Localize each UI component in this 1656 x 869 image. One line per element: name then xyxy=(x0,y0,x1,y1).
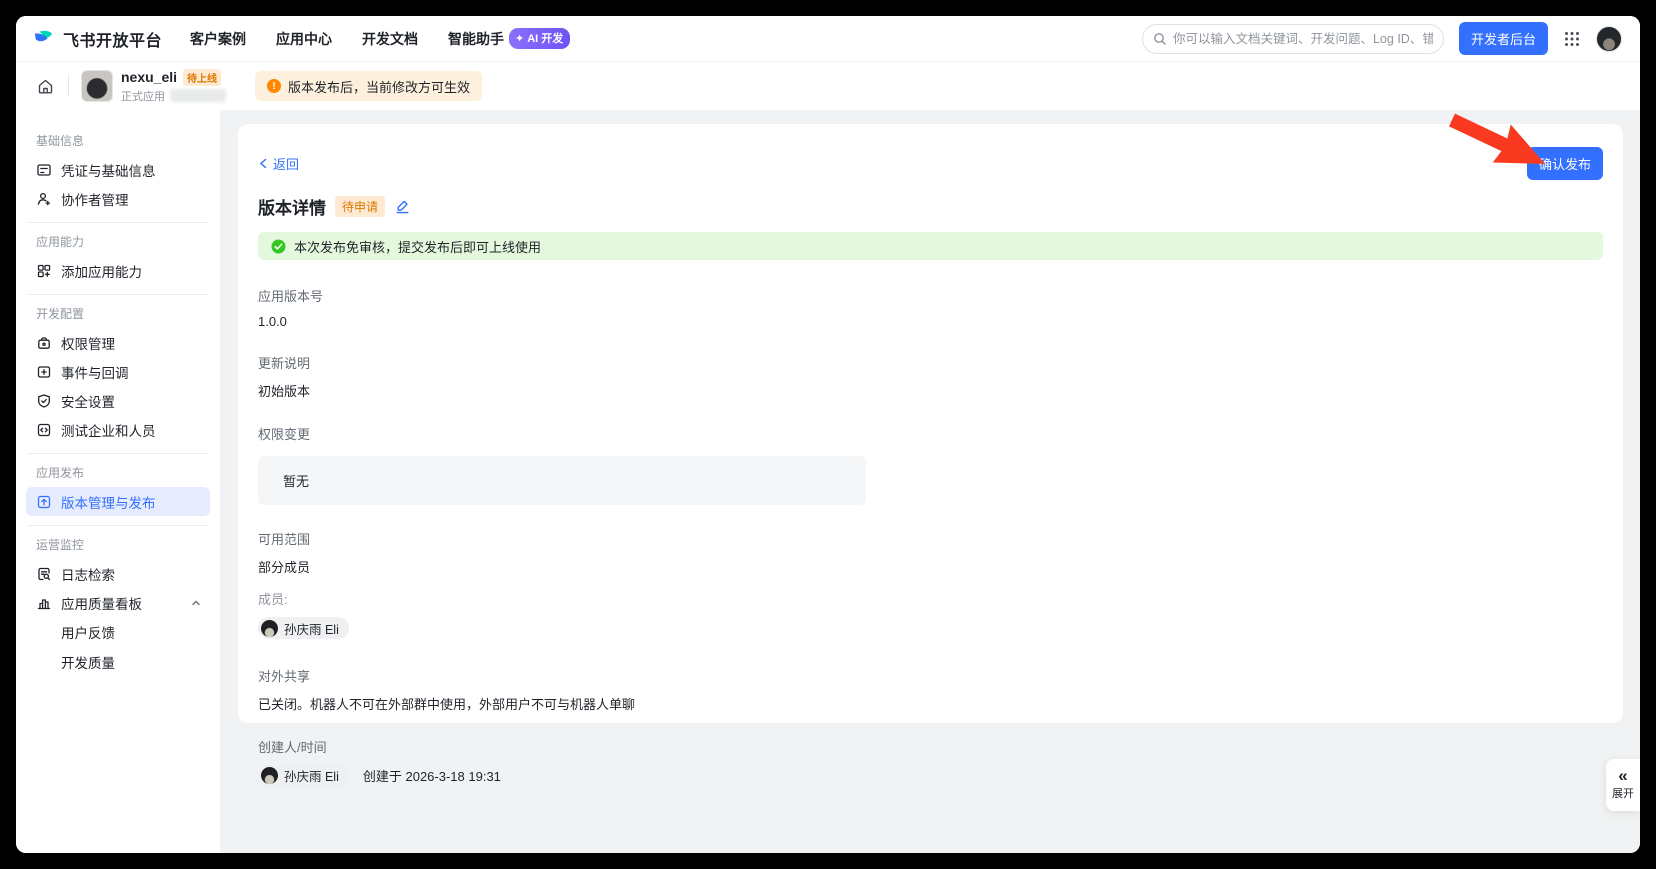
creator-avatar xyxy=(261,767,278,784)
sidebar-item-add-capability[interactable]: 添加应用能力 xyxy=(26,256,210,285)
app-avatar xyxy=(81,70,113,102)
nav-right: 开发者后台 xyxy=(1142,22,1622,55)
app-window: 飞书开放平台 客户案例 应用中心 开发文档 智能助手 ✦ AI 开发 开发者后台 xyxy=(16,16,1640,853)
divider xyxy=(28,525,208,526)
app-grid-icon[interactable] xyxy=(1563,30,1581,48)
feishu-logo-icon xyxy=(32,27,55,50)
back-link[interactable]: 返回 xyxy=(258,154,299,173)
brand-name: 飞书开放平台 xyxy=(63,27,162,51)
sidebar-section-monitoring: 运营监控 xyxy=(36,536,210,553)
user-avatar[interactable] xyxy=(1596,26,1622,52)
creator-chip: 孙庆雨 Eli xyxy=(258,765,349,787)
sidebar-item-collaborators[interactable]: 协作者管理 xyxy=(26,184,210,213)
edit-pencil-icon[interactable] xyxy=(394,198,411,215)
version-detail-card: 返回 确认发布 版本详情 待申请 xyxy=(238,124,1623,723)
members-label: 成员: xyxy=(258,589,1603,608)
sidebar-subitem-user-feedback[interactable]: 用户反馈 xyxy=(26,617,210,647)
credential-icon xyxy=(36,162,52,178)
pending-apply-badge: 待申请 xyxy=(335,196,385,217)
developer-console-button[interactable]: 开发者后台 xyxy=(1459,22,1548,55)
divider xyxy=(28,453,208,454)
sidebar-subitem-dev-quality[interactable]: 开发质量 xyxy=(26,647,210,677)
sidebar: 基础信息 凭证与基础信息 协作者管理 应用能力 xyxy=(16,110,220,853)
sidebar-item-events[interactable]: 事件与回调 xyxy=(26,357,210,386)
app-status-badge: 待上线 xyxy=(183,69,221,86)
expand-panel-button[interactable]: « 展开 xyxy=(1606,759,1640,811)
sidebar-section-capability: 应用能力 xyxy=(36,233,210,250)
chevron-left-icon xyxy=(258,158,269,169)
nav-item-app-center[interactable]: 应用中心 xyxy=(276,29,332,49)
home-button[interactable] xyxy=(30,71,60,101)
sidebar-section-basic: 基础信息 xyxy=(36,132,210,149)
member-avatar xyxy=(261,620,278,637)
top-navigation: 飞书开放平台 客户案例 应用中心 开发文档 智能助手 ✦ AI 开发 开发者后台 xyxy=(16,16,1640,62)
created-time: 创建于 2026-3-18 19:31 xyxy=(363,766,501,785)
event-callback-icon xyxy=(36,364,52,380)
permission-empty-box: 暂无 xyxy=(258,456,866,505)
success-check-icon xyxy=(271,239,286,254)
main-area: 返回 确认发布 版本详情 待申请 xyxy=(220,110,1640,853)
nav-item-assistant[interactable]: 智能助手 ✦ AI 开发 xyxy=(448,28,570,49)
divider xyxy=(68,75,69,97)
warning-text: 版本发布后，当前修改方可生效 xyxy=(288,77,470,96)
permission-icon xyxy=(36,335,52,351)
sidebar-item-test-org[interactable]: 测试企业和人员 xyxy=(26,415,210,444)
field-external-share: 对外共享 已关闭。机器人不可在外部群中使用，外部用户不可与机器人单聊 xyxy=(258,666,1603,713)
warning-icon: ! xyxy=(267,79,281,93)
sidebar-section-release: 应用发布 xyxy=(36,464,210,481)
field-availability: 可用范围 部分成员 成员: 孙庆雨 Eli xyxy=(258,529,1603,642)
quality-dashboard-icon xyxy=(36,595,52,611)
test-org-icon xyxy=(36,422,52,438)
log-search-icon xyxy=(36,566,52,582)
page-title: 版本详情 xyxy=(258,194,326,219)
sidebar-item-quality-dashboard[interactable]: 应用质量看板 xyxy=(26,588,210,617)
field-permission-changes: 权限变更 暂无 xyxy=(258,424,1603,505)
divider xyxy=(28,222,208,223)
app-id-redacted xyxy=(170,89,226,102)
chevron-up-icon[interactable] xyxy=(190,597,202,609)
double-chevron-left-icon: « xyxy=(1618,769,1627,783)
nav-menu: 客户案例 应用中心 开发文档 智能助手 ✦ AI 开发 xyxy=(190,28,570,49)
success-banner: 本次发布免审核，提交发布后即可上线使用 xyxy=(258,232,1603,260)
collaborator-icon xyxy=(36,191,52,207)
app-type-label: 正式应用 xyxy=(121,88,165,104)
version-release-icon xyxy=(36,494,52,510)
nav-item-cases[interactable]: 客户案例 xyxy=(190,29,246,49)
sidebar-item-security[interactable]: 安全设置 xyxy=(26,386,210,415)
sidebar-item-log-search[interactable]: 日志检索 xyxy=(26,559,210,588)
sidebar-item-version-release[interactable]: 版本管理与发布 xyxy=(26,487,210,516)
divider xyxy=(28,294,208,295)
brand[interactable]: 飞书开放平台 xyxy=(32,27,162,51)
nav-item-docs[interactable]: 开发文档 xyxy=(362,29,418,49)
search-icon xyxy=(1153,32,1167,46)
confirm-publish-button[interactable]: 确认发布 xyxy=(1527,147,1603,180)
field-version: 应用版本号 1.0.0 xyxy=(258,286,1603,329)
sidebar-section-dev-config: 开发配置 xyxy=(36,305,210,322)
version-number: 1.0.0 xyxy=(258,314,1603,329)
field-changelog: 更新说明 初始版本 xyxy=(258,353,1603,400)
app-meta: nexu_eli 待上线 正式应用 xyxy=(121,69,226,104)
sidebar-item-credentials[interactable]: 凭证与基础信息 xyxy=(26,155,210,184)
search-input[interactable] xyxy=(1173,32,1433,46)
security-shield-icon xyxy=(36,393,52,409)
warning-banner: ! 版本发布后，当前修改方可生效 xyxy=(255,71,482,101)
add-capability-icon xyxy=(36,263,52,279)
sidebar-item-permissions[interactable]: 权限管理 xyxy=(26,328,210,357)
field-creator: 创建人/时间 孙庆雨 Eli 创建于 2026-3-18 19:31 xyxy=(258,737,1603,787)
app-name: nexu_eli xyxy=(121,69,177,85)
app-header-row: nexu_eli 待上线 正式应用 ! 版本发布后，当前修改方可生效 xyxy=(16,62,1640,110)
member-chip: 孙庆雨 Eli xyxy=(258,617,349,639)
global-search[interactable] xyxy=(1142,24,1444,54)
ai-dev-badge: ✦ AI 开发 xyxy=(509,28,570,49)
